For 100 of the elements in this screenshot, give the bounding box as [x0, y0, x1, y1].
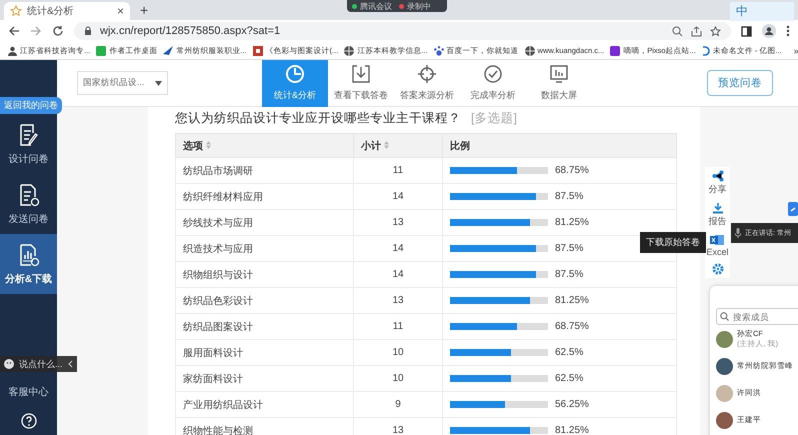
question-type: [多选题] — [471, 110, 517, 127]
pencil-icon[interactable] — [788, 202, 798, 216]
ime-label: 中 — [736, 3, 748, 20]
monitor-chart-icon — [549, 64, 569, 84]
table-cell: 14 — [354, 184, 442, 210]
column-header[interactable]: 选项 — [176, 134, 354, 158]
table-cell: 10 — [354, 366, 442, 392]
star-icon — [10, 5, 22, 17]
percent-label: 56.25% — [555, 399, 589, 410]
recording-label: 录制中 — [407, 0, 431, 12]
chat-placeholder: 说点什么... — [19, 358, 63, 370]
table-cell: 14 — [354, 236, 442, 262]
reload-icon[interactable] — [52, 25, 64, 37]
new-tab-button[interactable]: + — [140, 2, 148, 18]
table-cell: 11 — [354, 158, 442, 184]
share-icon — [712, 170, 724, 182]
customer-service-link[interactable]: 客服中心 — [8, 385, 48, 399]
back-icon[interactable] — [8, 25, 20, 37]
percent-label: 68.75% — [555, 165, 589, 176]
table-cell: 纺织品色彩设计 — [176, 288, 354, 314]
toolbar-tab[interactable]: 答案来源分析 — [394, 60, 460, 106]
download-icon — [351, 64, 371, 84]
table-cell: 织物性能与检测 — [176, 418, 354, 435]
table-cell: 织物组织与设计 — [176, 262, 354, 288]
question-title: 您认为纺织品设计专业应开设哪些专业主干课程？ — [175, 110, 461, 127]
help-icon[interactable] — [20, 413, 36, 429]
tooltip: 下载原始答卷 — [640, 232, 706, 253]
excel-icon — [710, 234, 724, 246]
sidebar-item[interactable]: 分析&下载 — [0, 234, 57, 294]
percent-label: 81.25% — [555, 295, 589, 306]
square-icon — [610, 46, 620, 56]
square-icon — [252, 46, 263, 56]
toolbar-tab[interactable]: 查看下载答卷 — [328, 60, 394, 106]
profile-icon[interactable] — [762, 24, 776, 38]
percent-label: 81.25% — [555, 425, 589, 435]
check-circle-icon — [483, 64, 503, 84]
table-cell: 服用面料设计 — [176, 340, 354, 366]
table-cell: 织造技术与应用 — [176, 236, 354, 262]
table-cell: 14 — [354, 262, 442, 288]
side-tool[interactable]: 报告 — [708, 199, 726, 231]
percent-label: 87.5% — [555, 243, 584, 254]
url-text: wjx.cn/report/128575850.aspx?sat=1 — [100, 25, 280, 37]
zoom-icon[interactable] — [672, 26, 683, 36]
column-header[interactable]: 比例 — [442, 134, 676, 158]
globe-icon — [524, 46, 535, 56]
toolbar-tab[interactable]: 数据大屏 — [526, 60, 592, 106]
ime-toolbar[interactable]: 中 — [730, 2, 794, 21]
percent-label: 68.75% — [555, 321, 589, 332]
person-icon — [8, 46, 17, 56]
table-cell: 11 — [354, 314, 442, 340]
percent-label: 87.5% — [555, 269, 584, 280]
chevron-icon[interactable] — [68, 360, 73, 368]
close-icon[interactable]: × — [116, 4, 124, 18]
column-header[interactable]: 小计 — [354, 134, 442, 158]
table-cell: 纺织品图案设计 — [176, 314, 354, 340]
crosshair-icon — [417, 64, 437, 84]
percent-label: 62.5% — [555, 373, 584, 384]
percent-label: 81.25% — [555, 217, 589, 228]
tab-title: 统计&分析 — [27, 4, 75, 18]
table-cell: 纱线技术与应用 — [176, 210, 354, 236]
survey-dropdown[interactable]: 国家纺织品设... — [77, 71, 168, 95]
table-cell: 纺织纤维材料应用 — [176, 184, 354, 210]
side-tool[interactable]: Excel — [706, 231, 728, 260]
preview-button[interactable]: 预览问卷 — [707, 70, 773, 96]
browser-tab[interactable]: 统计&分析 × — [4, 2, 130, 20]
caret-icon — [155, 80, 162, 86]
microphone-icon — [735, 228, 741, 238]
address-bar[interactable]: wjx.cn/report/128575850.aspx?sat=1 — [74, 22, 731, 40]
document-edit-icon — [18, 122, 40, 146]
chart-document-icon — [18, 242, 40, 266]
square-icon — [96, 46, 106, 56]
download-icon — [712, 202, 724, 214]
star-icon[interactable] — [710, 26, 721, 36]
pie-chart-icon — [285, 64, 305, 84]
toolbar-tab[interactable]: 完成率分析 — [460, 60, 526, 106]
d-icon — [702, 46, 710, 56]
meeting-app-label: 腾讯会议 — [360, 0, 392, 12]
table-cell: 13 — [354, 288, 442, 314]
table-cell: 10 — [354, 340, 442, 366]
table-cell: 9 — [354, 392, 442, 418]
sidebar-item[interactable]: 设计问卷 — [0, 114, 57, 174]
table-cell: 家纺面料设计 — [176, 366, 354, 392]
side-tool[interactable]: 分享 — [708, 167, 726, 199]
side-panel-icon[interactable] — [741, 26, 752, 36]
sidebar-item[interactable]: 发送问卷 — [0, 174, 57, 234]
table-cell: 13 — [354, 210, 442, 236]
percent-label: 62.5% — [555, 347, 584, 358]
menu-icon[interactable] — [786, 25, 790, 37]
wing-icon — [163, 46, 174, 55]
settings-icon[interactable] — [712, 263, 724, 275]
percent-label: 87.5% — [555, 191, 584, 202]
document-icon — [18, 182, 40, 206]
search-icon — [720, 312, 729, 321]
chat-bar[interactable]: 说点什么... — [0, 356, 77, 372]
share-icon[interactable] — [691, 26, 702, 36]
lock-icon — [84, 26, 92, 36]
table-cell: 纺织品市场调研 — [176, 158, 354, 184]
globe-icon — [344, 46, 354, 56]
member-search-field[interactable]: 搜索成员 — [716, 308, 798, 325]
table-cell: 产业用纺织品设计 — [176, 392, 354, 418]
